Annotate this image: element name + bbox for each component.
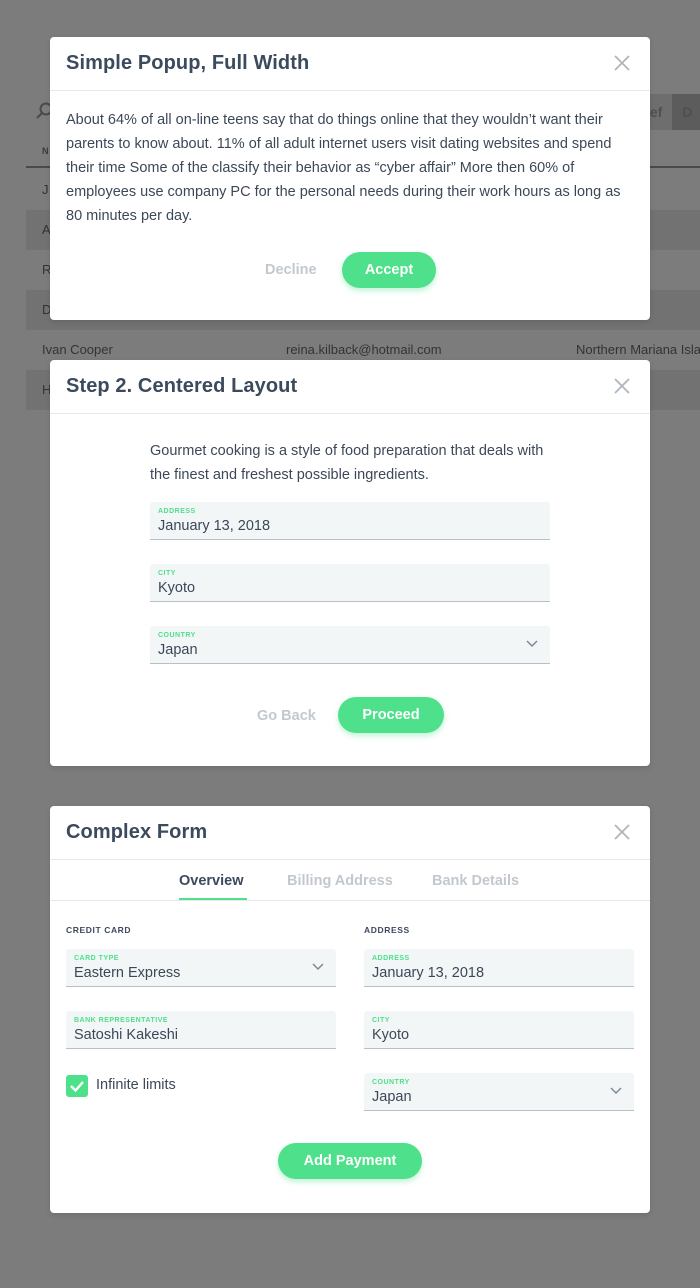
field-value: January 13, 2018 xyxy=(372,965,485,981)
tab-bank-details[interactable]: Bank Details xyxy=(432,873,519,889)
proceed-button[interactable]: Proceed xyxy=(338,697,444,733)
field-value: Japan xyxy=(158,642,198,658)
country-select[interactable]: COUNTRY Japan xyxy=(150,626,550,664)
field-value: Kyoto xyxy=(158,580,196,596)
chevron-down-icon xyxy=(526,640,538,648)
field-value: Japan xyxy=(372,1089,412,1105)
checkmark-icon xyxy=(70,1081,84,1093)
modal-body: CREDIT CARD ADDRESS CARD TYPE Eastern Ex… xyxy=(50,901,650,1212)
tab-overview[interactable]: Overview xyxy=(179,873,244,889)
field-label: CARD TYPE xyxy=(74,955,119,962)
tab-bar: Overview Billing Address Bank Details xyxy=(50,860,650,901)
field-label: ADDRESS xyxy=(158,508,196,515)
tab-billing-address[interactable]: Billing Address xyxy=(287,873,393,889)
active-tab-indicator xyxy=(179,898,247,900)
modal-body: Gourmet cooking is a style of food prepa… xyxy=(50,414,650,765)
chevron-down-icon xyxy=(610,1087,622,1095)
modal-header: Step 2. Centered Layout xyxy=(50,360,650,414)
popup-text: About 64% of all on-line teens say that … xyxy=(66,112,621,224)
close-icon[interactable] xyxy=(614,824,630,840)
city-field[interactable]: CITY Kyoto xyxy=(364,1011,634,1049)
table-cell-name: Ivan Cooper xyxy=(42,342,113,357)
modal-header: Simple Popup, Full Width xyxy=(50,37,650,91)
chevron-down-icon xyxy=(312,963,324,971)
field-value: Satoshi Kakeshi xyxy=(74,1027,178,1043)
popup-text: Gourmet cooking is a style of food prepa… xyxy=(150,443,544,483)
close-icon[interactable] xyxy=(614,55,630,71)
modal-body: About 64% of all on-line teens say that … xyxy=(50,91,650,319)
table-cell-country: Northern Mariana Isla xyxy=(576,342,700,357)
address-field[interactable]: ADDRESS January 13, 2018 xyxy=(364,949,634,987)
modal-title: Step 2. Centered Layout xyxy=(66,375,298,397)
decline-button[interactable]: Decline xyxy=(265,252,317,288)
field-label: BANK REPRESENTATIVE xyxy=(74,1017,169,1024)
field-label: CITY xyxy=(372,1017,390,1024)
field-label: CITY xyxy=(158,570,176,577)
field-label: COUNTRY xyxy=(372,1079,410,1086)
address-field[interactable]: ADDRESS January 13, 2018 xyxy=(150,502,550,540)
go-back-button[interactable]: Go Back xyxy=(257,698,316,734)
field-value: Eastern Express xyxy=(74,965,181,981)
credit-card-heading: CREDIT CARD xyxy=(66,925,132,935)
modal-title: Complex Form xyxy=(66,821,208,843)
field-value: Kyoto xyxy=(372,1027,410,1043)
background-tab-button: D xyxy=(672,94,700,130)
field-value: January 13, 2018 xyxy=(158,518,271,534)
table-cell-email: reina.kilback@hotmail.com xyxy=(286,342,442,357)
simple-popup: Simple Popup, Full Width About 64% of al… xyxy=(50,37,650,320)
field-label: COUNTRY xyxy=(158,632,196,639)
add-payment-button[interactable]: Add Payment xyxy=(278,1143,422,1179)
close-icon[interactable] xyxy=(614,378,630,394)
checkbox-label: Infinite limits xyxy=(96,1077,176,1093)
accept-button[interactable]: Accept xyxy=(342,252,436,288)
table-cell-name: J xyxy=(42,182,49,197)
address-heading: ADDRESS xyxy=(364,925,410,935)
field-label: ADDRESS xyxy=(372,955,410,962)
country-select[interactable]: COUNTRY Japan xyxy=(364,1073,634,1111)
card-type-select[interactable]: CARD TYPE Eastern Express xyxy=(66,949,336,987)
bank-representative-field[interactable]: BANK REPRESENTATIVE Satoshi Kakeshi xyxy=(66,1011,336,1049)
modal-header: Complex Form xyxy=(50,806,650,860)
complex-form-popup: Complex Form Overview Billing Address Ba… xyxy=(50,806,650,1213)
background-table-header: N xyxy=(42,146,49,156)
infinite-limits-checkbox[interactable] xyxy=(66,1075,88,1097)
modal-title: Simple Popup, Full Width xyxy=(66,52,310,74)
centered-layout-popup: Step 2. Centered Layout Gourmet cooking … xyxy=(50,360,650,766)
city-field[interactable]: CITY Kyoto xyxy=(150,564,550,602)
